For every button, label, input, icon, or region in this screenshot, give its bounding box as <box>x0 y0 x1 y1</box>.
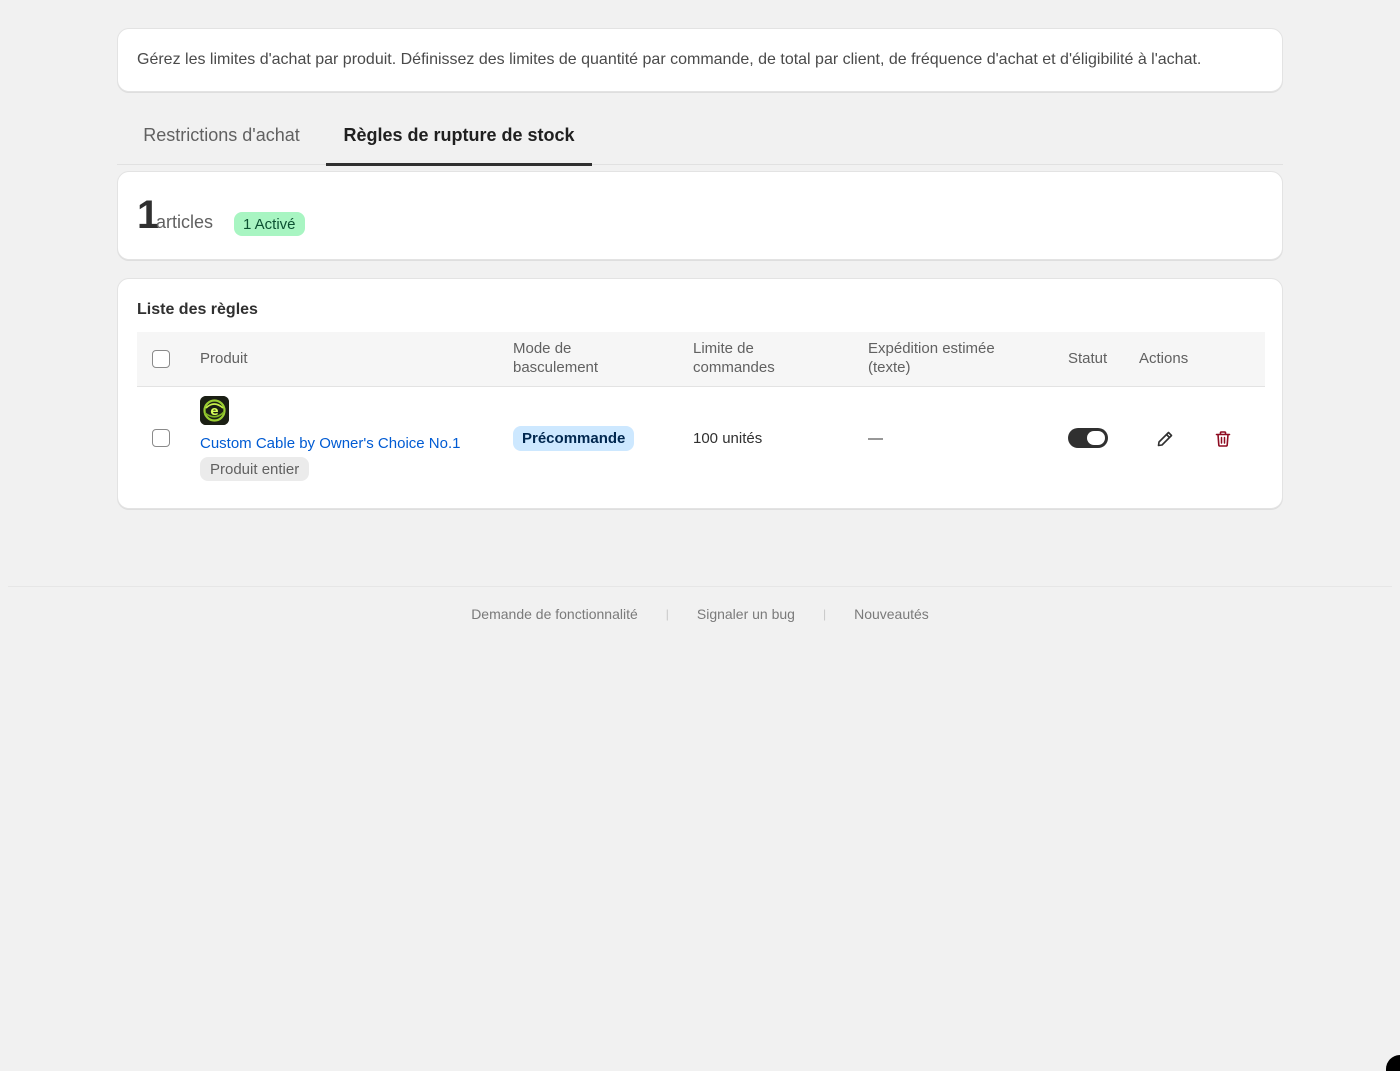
mode-badge: Précommande <box>513 426 635 451</box>
trash-icon <box>1215 431 1231 447</box>
column-header-mode-line1: Mode de <box>513 340 572 357</box>
select-all-checkbox[interactable] <box>152 350 170 368</box>
rules-list-card: Liste des règles Produit Mode de bascule… <box>117 278 1283 509</box>
column-header-shipping: Expédition estimée (texte) <box>868 339 995 377</box>
whats-new-link[interactable]: Nouveautés <box>854 606 929 622</box>
column-header-limit: Limite de commandes <box>693 339 775 377</box>
footer-divider <box>8 586 1392 587</box>
column-header-actions: Actions <box>1139 350 1189 367</box>
tab-purchase-restrictions[interactable]: Restrictions d'achat <box>117 117 326 163</box>
description-card: Gérez les limites d'achat par produit. D… <box>117 28 1283 92</box>
tab-label: Restrictions d'achat <box>143 125 300 145</box>
window-corner <box>1386 1055 1400 1071</box>
order-limit-value: 100 unités <box>693 430 763 447</box>
column-header-shipping-line2: (texte) <box>868 359 911 376</box>
table-row: e Custom Cable by Owner's Choice No.1 Pr… <box>137 387 1265 491</box>
pencil-icon <box>1157 431 1173 447</box>
column-header-limit-line1: Limite de <box>693 340 754 357</box>
footer-separator: | <box>822 607 827 621</box>
column-header-mode: Mode de basculement <box>513 339 598 377</box>
row-checkbox[interactable] <box>152 429 170 447</box>
footer: Demande de fonctionnalité | Signaler un … <box>0 606 1400 622</box>
stats-card: 1 articles 1 Activé <box>117 171 1283 260</box>
column-header-mode-line2: basculement <box>513 359 599 376</box>
item-count-label: articles <box>156 212 214 232</box>
report-bug-link[interactable]: Signaler un bug <box>697 606 795 622</box>
delete-button[interactable] <box>1211 427 1235 451</box>
column-header-product: Produit <box>200 350 248 367</box>
tab-bar: Restrictions d'achat Règles de rupture d… <box>117 92 1283 166</box>
description-text: Gérez les limites d'achat par produit. D… <box>137 51 1202 68</box>
main-content: Gérez les limites d'achat par produit. D… <box>117 28 1283 509</box>
column-header-shipping-line1: Expédition estimée <box>868 340 995 357</box>
product-thumbnail: e <box>200 396 229 425</box>
status-toggle[interactable] <box>1068 428 1108 448</box>
product-link[interactable]: Custom Cable by Owner's Choice No.1 <box>200 435 460 452</box>
rules-list-title: Liste des règles <box>137 301 258 318</box>
tab-label: Règles de rupture de stock <box>343 125 575 145</box>
tab-out-of-stock-rules[interactable]: Règles de rupture de stock <box>326 117 592 166</box>
footer-separator: | <box>665 607 669 621</box>
shipping-value: — <box>868 430 883 447</box>
svg-text:e: e <box>210 404 218 418</box>
edit-button[interactable] <box>1153 427 1177 451</box>
feature-request-link[interactable]: Demande de fonctionnalité <box>471 606 638 622</box>
toggle-knob <box>1087 431 1105 445</box>
column-header-status: Statut <box>1068 350 1108 367</box>
scope-tag: Produit entier <box>200 457 310 481</box>
active-badge: 1 Activé <box>234 212 305 236</box>
column-header-limit-line2: commandes <box>693 359 775 376</box>
table-header: Produit Mode de basculement Limite de co… <box>137 332 1265 387</box>
